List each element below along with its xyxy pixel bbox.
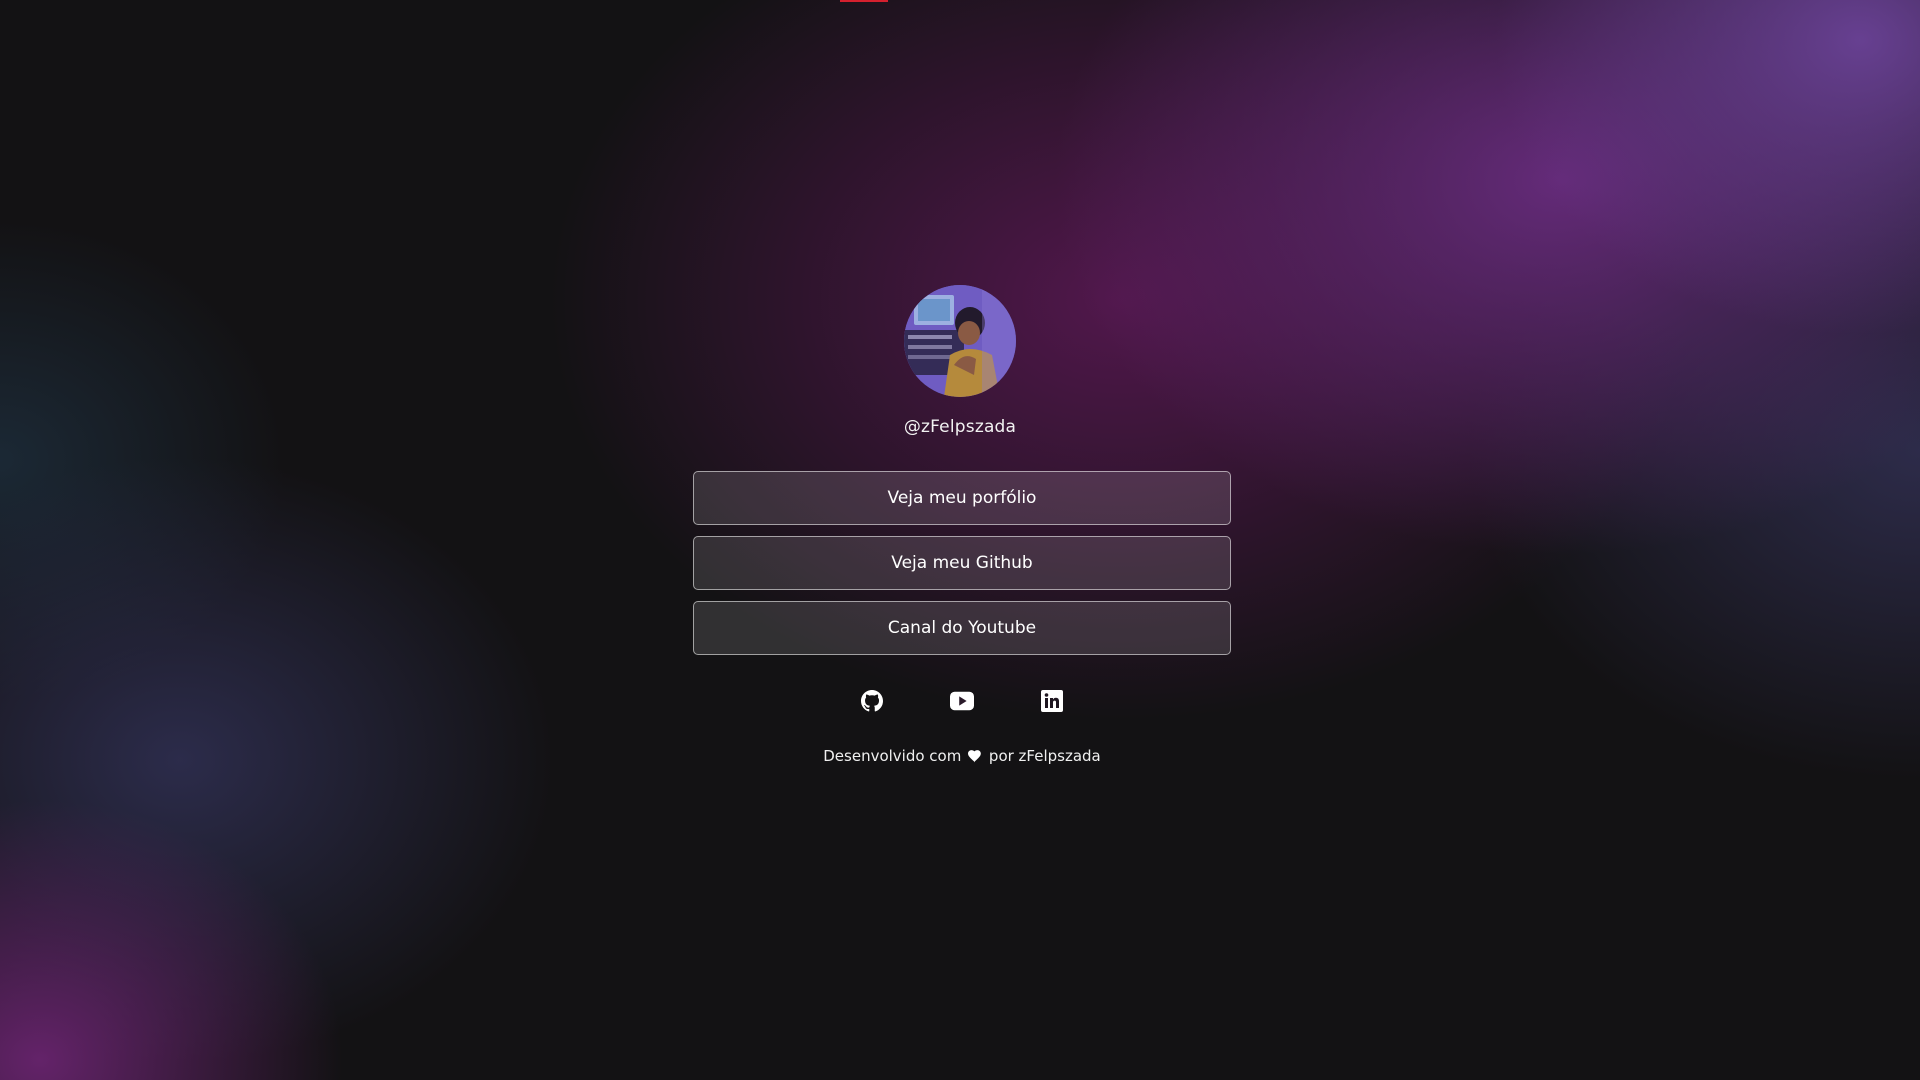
github-link-button[interactable]: Veja meu Github bbox=[693, 536, 1231, 590]
profile-handle: @zFelpszada bbox=[903, 417, 1017, 437]
link-list: Veja meu porfólio Veja meu Github Canal … bbox=[693, 471, 1231, 655]
portfolio-link-button[interactable]: Veja meu porfólio bbox=[693, 471, 1231, 525]
profile-card: @zFelpszada Veja meu porfólio Veja meu G… bbox=[0, 285, 1920, 767]
avatar-photo bbox=[904, 285, 1016, 397]
social-icons bbox=[860, 689, 1064, 713]
footer-suffix: por zFelpszada bbox=[988, 747, 1101, 765]
footer-prefix: Desenvolvido com bbox=[823, 747, 962, 765]
avatar bbox=[904, 285, 1016, 397]
youtube-link-button[interactable]: Canal do Youtube bbox=[693, 601, 1231, 655]
youtube-icon[interactable] bbox=[950, 689, 974, 713]
github-icon[interactable] bbox=[860, 689, 884, 713]
heart-icon bbox=[968, 749, 982, 767]
top-progress-indicator bbox=[840, 0, 888, 2]
linkedin-icon[interactable] bbox=[1040, 689, 1064, 713]
footer-credit: Desenvolvido com por zFelpszada bbox=[823, 747, 1101, 767]
